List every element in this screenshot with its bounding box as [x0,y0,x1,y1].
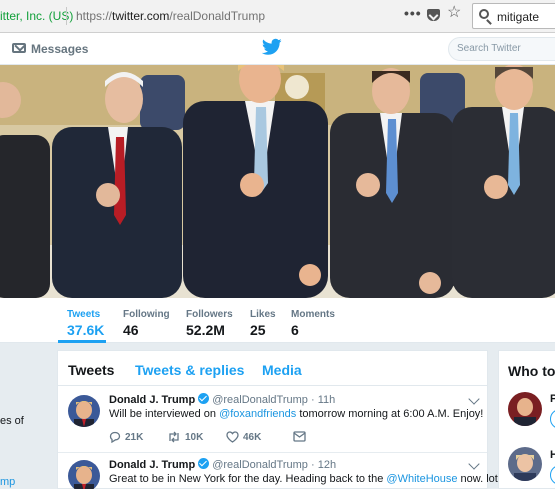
retweet-count: 10K [185,432,204,443]
stat-label: Moments [291,309,335,320]
follow-button[interactable] [550,409,555,429]
avatar[interactable] [508,392,542,426]
urlbar-divider [66,7,67,25]
tweet-text: Will be interviewed on @foxandfriends to… [109,408,483,420]
avatar[interactable] [508,447,542,481]
pocket-icon[interactable] [427,9,440,21]
stat-label: Tweets [67,309,101,320]
envelope-icon [293,431,306,442]
messages-link[interactable]: Messages [31,42,88,56]
tab-tweets-and-replies[interactable]: Tweets & replies [135,362,244,378]
twitter-top-nav: Messages Search Twitter [0,33,555,65]
reply-button[interactable]: 21K [109,431,143,443]
chevron-down-icon[interactable] [468,393,480,405]
tweet-mention[interactable]: @WhiteHouse [386,473,457,485]
stat-tweets[interactable]: Tweets 37.6K [67,309,104,338]
tweet-text: Great to be in New York for the day. Hea… [109,473,503,485]
timeline: Tweets Tweets & replies Media Donald J. … [57,350,503,489]
page-actions-menu-icon[interactable]: ••• [404,5,422,21]
browser-toolbar: itter, Inc. (US) https://twitter.com/rea… [0,0,555,33]
suggestion-name[interactable]: H [550,449,555,461]
tweet-header: Donald J. Trump @realDonaldTrump · 12h [109,458,336,471]
twitter-search-placeholder: Search Twitter [457,43,521,54]
verified-badge-icon [198,393,210,404]
tweet-author-name[interactable]: Donald J. Trump [109,394,195,406]
tweet-timestamp[interactable]: 12h [318,459,336,471]
follow-button[interactable] [550,465,555,485]
verified-badge-icon [198,458,210,469]
timeline-tabs: Tweets Tweets & replies Media [58,351,487,386]
address-bar[interactable]: https://twitter.com/realDonaldTrump [76,9,265,23]
url-host: twitter.com [112,9,170,23]
like-count: 46K [243,432,262,443]
active-stat-underline [58,340,106,343]
stat-value: 46 [123,322,139,338]
avatar-image [68,460,100,489]
tweet-time-separator: · [311,459,315,471]
tweet-text-part: tomorrow morning at 6:00 A.M. Enjoy! [296,408,484,420]
tweet[interactable]: Donald J. Trump @realDonaldTrump · 12h Gr… [58,454,503,489]
tab-media[interactable]: Media [262,362,302,378]
header-photo-illustration [0,65,555,298]
tweet-time-separator: · [311,394,315,406]
stat-moments[interactable]: Moments 6 [291,309,335,338]
search-icon [479,9,489,19]
envelope-icon[interactable] [12,43,26,53]
chevron-down-icon[interactable] [468,458,480,470]
stat-value: 25 [250,322,266,338]
who-to-follow-panel: Who to P H [498,350,555,489]
stat-value: 37.6K [67,322,105,338]
avatar[interactable] [68,395,100,427]
tweet-author-name[interactable]: Donald J. Trump [109,459,195,471]
stat-label: Following [123,309,170,320]
sidebar-link-snippet[interactable]: mp [0,476,15,488]
retweet-icon [169,431,179,443]
tweet-text-part: Great to be in New York for the day. Hea… [109,473,387,485]
suggestion-avatar-image [508,447,542,481]
stat-followers[interactable]: Followers 52.2M [186,309,233,338]
stat-likes[interactable]: Likes 25 [250,309,276,338]
browser-search-input[interactable]: mitigate [472,3,555,29]
tab-tweets[interactable]: Tweets [68,362,114,378]
tweet-timestamp[interactable]: 11h [318,394,336,406]
reply-icon [109,431,121,443]
sidebar-bio-snippet: es of [0,415,24,427]
profile-stats-nav: Tweets 37.6K Following 46 Followers 52.2… [0,298,555,343]
stat-label: Likes [250,309,276,320]
heart-icon [226,431,239,443]
avatar[interactable] [68,460,100,489]
direct-message-button[interactable] [293,431,310,442]
profile-sidebar: es of [0,343,50,489]
tweet-text-part: Will be interviewed on [109,408,220,420]
tweet-text-part: now. lots [457,473,504,485]
tweet-mention[interactable]: @foxandfriends [219,408,296,420]
browser-search-query: mitigate [497,10,540,24]
suggestion-avatar-image [508,392,542,426]
stat-following[interactable]: Following 46 [123,309,170,338]
tweet-author-handle[interactable]: @realDonaldTrump [212,394,308,406]
url-path: /realDonaldTrump [169,9,265,23]
stat-value: 6 [291,322,299,338]
like-button[interactable]: 46K [226,431,261,443]
bookmark-star-icon[interactable]: ☆ [447,5,461,21]
site-identity[interactable]: itter, Inc. (US) [0,9,73,23]
stat-value: 52.2M [186,322,225,338]
url-prefix: https:// [76,9,113,23]
reply-count: 21K [125,432,144,443]
retweet-button[interactable]: 10K [167,431,203,443]
twitter-bird-icon[interactable] [262,38,282,56]
suggestion-name[interactable]: P [550,393,555,405]
twitter-search-input[interactable]: Search Twitter [448,37,555,61]
tweet-author-handle[interactable]: @realDonaldTrump [212,459,308,471]
tweet-header: Donald J. Trump @realDonaldTrump · 11h [109,393,335,406]
tweet[interactable]: Donald J. Trump @realDonaldTrump · 11h Wi… [58,387,487,453]
profile-header-photo[interactable] [0,65,555,298]
stat-label: Followers [186,309,233,320]
avatar-image [68,395,100,427]
who-to-follow-title: Who to [508,363,555,379]
